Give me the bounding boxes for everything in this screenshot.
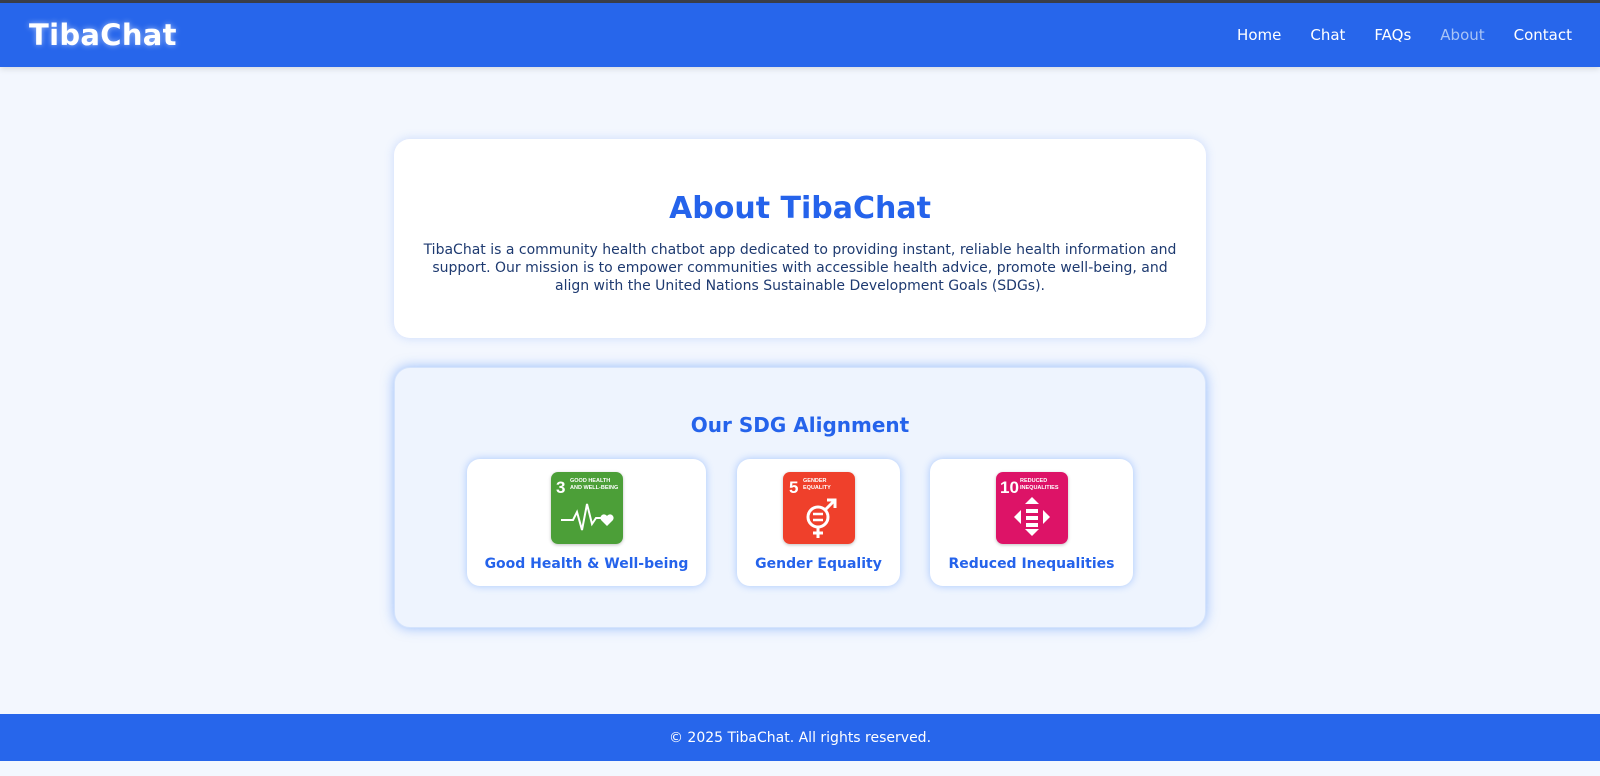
sdg-goal-card-10: 10 REDUCED INEQUALITIES Reduced Inequali… [930, 459, 1133, 586]
nav-about[interactable]: About [1440, 26, 1484, 44]
sdg-goal-label: Reduced Inequalities [948, 556, 1115, 572]
nav-contact[interactable]: Contact [1514, 26, 1572, 44]
svg-text:INEQUALITIES: INEQUALITIES [1020, 485, 1059, 491]
nav-chat[interactable]: Chat [1310, 26, 1345, 44]
about-description: TibaChat is a community health chatbot a… [423, 242, 1177, 294]
sdg-goal-label: Good Health & Well-being [484, 556, 689, 572]
copyright-text: © 2025 TibaChat. All rights reserved. [668, 729, 932, 746]
sdg-title: Our SDG Alignment [690, 413, 910, 437]
reduced-inequalities-icon: 10 REDUCED INEQUALITIES [995, 472, 1068, 544]
site-header: TibaChat Home Chat FAQs About Contact [0, 3, 1600, 67]
svg-text:AND WELL-BEING: AND WELL-BEING [570, 485, 618, 491]
nav-faqs[interactable]: FAQs [1374, 26, 1411, 44]
brand-logo[interactable]: TibaChat [29, 18, 177, 52]
heartbeat-icon: 3 GOOD HEALTH AND WELL-BEING [550, 472, 623, 544]
sdg-goal-label: Gender Equality [755, 556, 882, 572]
sdg-goal-card-3: 3 GOOD HEALTH AND WELL-BEING Good Health… [467, 459, 706, 586]
sdg-alignment-card: Our SDG Alignment 3 GOOD HEALTH AND WELL… [394, 367, 1206, 628]
about-card: About TibaChat TibaChat is a community h… [394, 139, 1206, 338]
about-title: About TibaChat [669, 191, 931, 226]
svg-text:10: 10 [1000, 478, 1019, 497]
svg-text:5: 5 [789, 478, 798, 497]
svg-text:3: 3 [556, 478, 565, 497]
sdg-goal-card-5: 5 GENDER EQUALITY Gender Equality [737, 459, 900, 586]
svg-text:EQUALITY: EQUALITY [803, 485, 831, 491]
main-nav: Home Chat FAQs About Contact [1237, 3, 1572, 67]
gender-equality-icon: 5 GENDER EQUALITY [782, 472, 855, 544]
svg-text:REDUCED: REDUCED [1020, 478, 1047, 484]
svg-text:GOOD HEALTH: GOOD HEALTH [570, 478, 610, 484]
nav-home[interactable]: Home [1237, 26, 1281, 44]
site-footer: © 2025 TibaChat. All rights reserved. [0, 714, 1600, 761]
svg-text:GENDER: GENDER [803, 478, 827, 484]
